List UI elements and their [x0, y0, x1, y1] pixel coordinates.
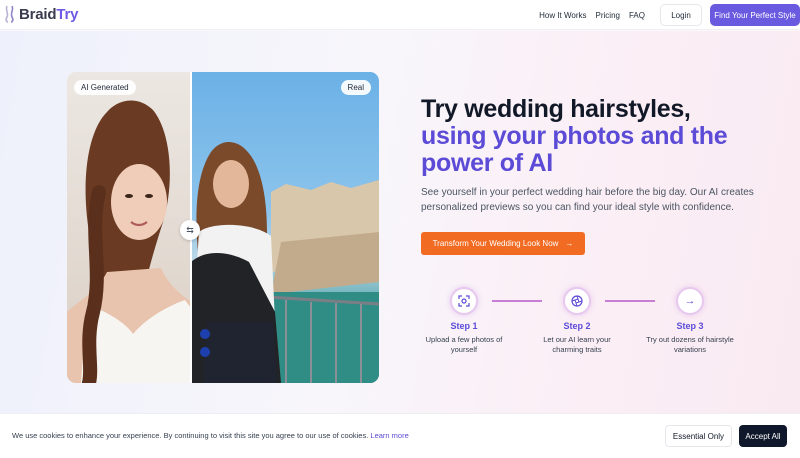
step-connector-2 — [605, 300, 655, 302]
ai-generated-badge: AI Generated — [74, 80, 136, 95]
site-header: BraidTry How It Works Pricing FAQ Login … — [0, 0, 800, 30]
learn-more-link[interactable]: Learn more — [370, 431, 408, 440]
real-badge: Real — [340, 80, 371, 95]
ai-generated-photo — [67, 72, 191, 383]
real-photo — [191, 72, 379, 383]
step-1-title: Step 1 — [450, 321, 478, 331]
main-nav: How It Works Pricing FAQ Login Find Your… — [539, 0, 800, 30]
swap-arrows-icon[interactable]: ⇆ — [180, 220, 200, 240]
step-2-title: Step 2 — [563, 321, 591, 331]
cookie-message: We use cookies to enhance your experienc… — [12, 431, 409, 440]
cookie-consent-bar: We use cookies to enhance your experienc… — [0, 413, 800, 458]
step-3-description: Try out dozens of hairstyle variations — [646, 335, 734, 354]
braid-logo-icon — [5, 5, 14, 23]
find-style-button[interactable]: Find Your Perfect Style — [710, 4, 800, 26]
aperture-icon — [563, 287, 591, 315]
login-button[interactable]: Login — [660, 4, 702, 26]
step-connector-1 — [492, 300, 542, 302]
arrow-right-icon: → — [565, 239, 574, 248]
step-1-description: Upload a few photos of yourself — [425, 335, 503, 354]
hero-headline: Try wedding hairstyles, using your photo… — [421, 95, 728, 177]
arrow-right-icon: → — [676, 287, 704, 315]
camera-focus-icon — [450, 287, 478, 315]
accept-all-button[interactable]: Accept All — [739, 425, 787, 447]
brand-name: BraidTry — [19, 5, 79, 23]
nav-how-it-works[interactable]: How It Works — [539, 11, 586, 20]
nav-pricing[interactable]: Pricing — [596, 11, 620, 20]
hero-subtext: See yourself in your perfect wedding hai… — [421, 187, 754, 213]
step-3-title: Step 3 — [676, 321, 704, 331]
transform-look-button[interactable]: Transform Your Wedding Look Now → — [421, 232, 585, 255]
nav-faq[interactable]: FAQ — [629, 11, 645, 20]
transform-button-label: Transform Your Wedding Look Now — [432, 239, 559, 248]
before-after-comparison[interactable]: ⇆ AI Generated Real — [67, 72, 379, 383]
step-2-description: Let our AI learn your charming traits — [543, 335, 611, 354]
brand-logo[interactable]: BraidTry — [4, 5, 78, 23]
essential-only-button[interactable]: Essential Only — [665, 425, 732, 447]
